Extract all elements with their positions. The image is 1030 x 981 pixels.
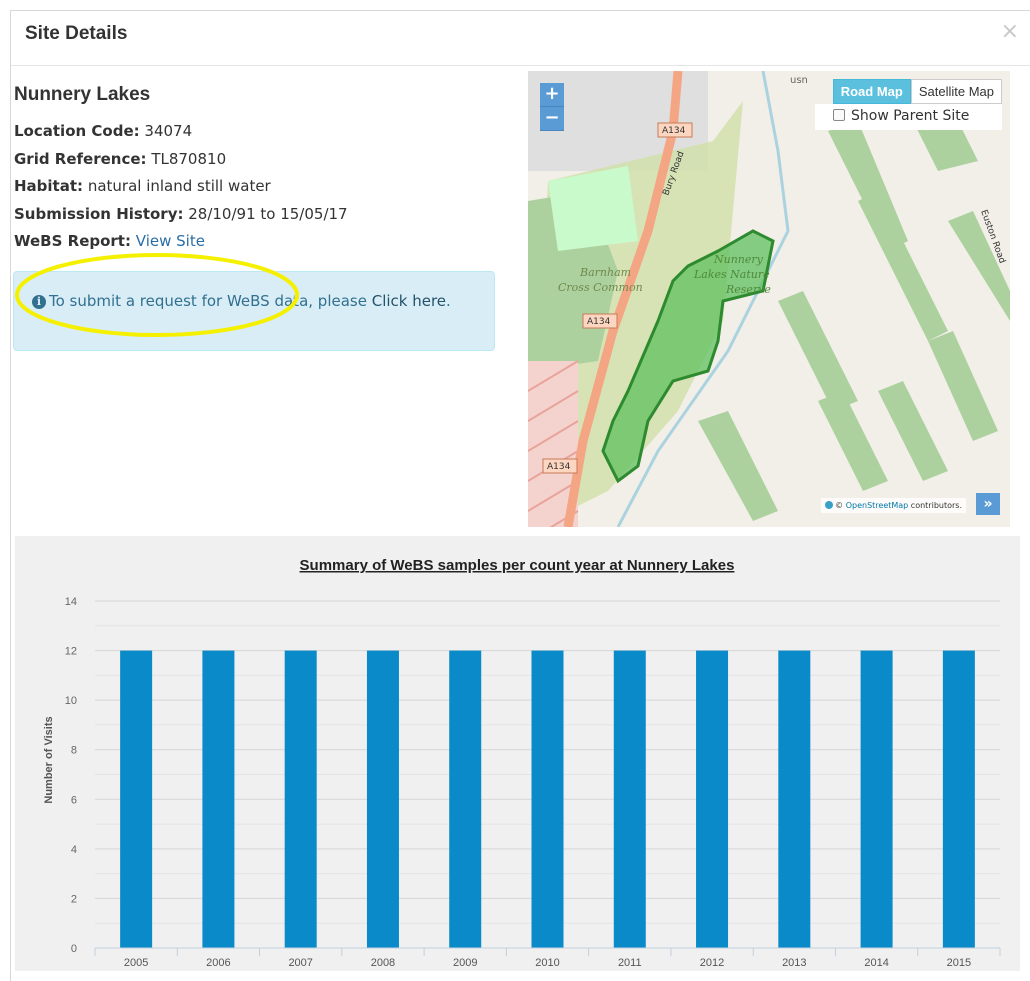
svg-text:A134: A134 <box>547 462 571 472</box>
detail-label: WeBS Report: <box>14 232 131 250</box>
map-type-toggle: Road Map Satellite Map <box>832 79 1002 104</box>
y-tick-label: 0 <box>71 943 77 955</box>
map-label-barnham: Barnham <box>579 266 631 279</box>
x-tick-label: 2006 <box>206 957 230 969</box>
x-tick-label: 2013 <box>782 957 806 969</box>
x-tick-label: 2009 <box>453 957 477 969</box>
bar-2013[interactable] <box>778 650 811 948</box>
bar-2005[interactable] <box>120 650 153 948</box>
bar-2011[interactable] <box>613 650 646 948</box>
bar-2007[interactable] <box>284 650 317 948</box>
x-tick-label: 2010 <box>535 957 559 969</box>
site-details-list: Location Code: 34074 Grid Reference: TL8… <box>14 118 348 256</box>
x-tick-label: 2007 <box>288 957 312 969</box>
bar-2015[interactable] <box>942 650 975 948</box>
openstreetmap-link[interactable]: OpenStreetMap <box>846 501 909 510</box>
detail-value: TL870810 <box>151 149 227 168</box>
expand-map-button[interactable]: » <box>976 493 1000 515</box>
data-request-alert: i To submit a request for WeBS data, plea… <box>13 271 495 351</box>
map-canvas: A134 A134 A134 Barnham Cross Common Nunn… <box>528 71 1010 527</box>
map-label-usn: usn <box>790 75 808 86</box>
road-map-button[interactable]: Road Map <box>832 79 911 104</box>
show-parent-site-label: Show Parent Site <box>851 108 970 124</box>
show-parent-site-checkbox[interactable] <box>833 109 845 121</box>
svg-text:A134: A134 <box>587 317 611 327</box>
detail-value: natural inland still water <box>87 177 271 195</box>
x-tick-label: 2005 <box>124 957 148 969</box>
habitat-row: Habitat: natural inland still water <box>14 173 348 201</box>
y-tick-label: 14 <box>65 596 77 608</box>
y-tick-label: 6 <box>71 794 77 806</box>
detail-label: Location Code: <box>14 122 140 140</box>
click-here-link[interactable]: Click here <box>372 292 446 310</box>
webs-report-row: WeBS Report: View Site <box>14 228 348 256</box>
modal-title: Site Details <box>25 23 128 44</box>
bar-2006[interactable] <box>202 650 235 948</box>
bar-2012[interactable] <box>696 650 729 948</box>
y-tick-label: 4 <box>71 844 77 856</box>
close-button[interactable]: × <box>1001 19 1019 44</box>
info-icon: i <box>32 295 46 309</box>
y-tick-label: 10 <box>65 695 77 707</box>
bar-2014[interactable] <box>860 650 893 948</box>
show-parent-site-toggle[interactable]: Show Parent Site <box>815 104 1002 130</box>
y-tick-label: 12 <box>65 646 77 658</box>
x-tick-label: 2008 <box>371 957 395 969</box>
grid-reference-row: Grid Reference: TL870810 <box>14 146 348 174</box>
map-label-nunnery: Nunnery <box>713 253 764 266</box>
zoom-in-button[interactable]: + <box>540 83 564 107</box>
modal-header: Site Details × <box>11 11 1030 66</box>
submission-history-row: Submission History: 28/10/91 to 15/05/17 <box>14 201 348 229</box>
visits-chart: Summary of WeBS samples per count year a… <box>15 536 1020 971</box>
bar-2009[interactable] <box>449 650 482 948</box>
location-code-row: Location Code: 34074 <box>14 118 348 146</box>
zoom-control: + − <box>540 83 564 131</box>
chart-y-axis-label: Number of Visits <box>43 716 55 803</box>
x-tick-label: 2012 <box>700 957 724 969</box>
site-name: Nunnery Lakes <box>14 84 151 105</box>
map-label-a134: A134 <box>662 126 686 136</box>
attribution-text: contributors. <box>908 501 962 510</box>
bar-2010[interactable] <box>531 650 564 948</box>
alert-text-end: . <box>446 292 451 310</box>
map-label-cross-common: Cross Common <box>558 281 643 294</box>
x-tick-label: 2015 <box>947 957 971 969</box>
y-tick-label: 2 <box>71 893 77 905</box>
detail-label: Grid Reference: <box>14 149 147 168</box>
zoom-out-button[interactable]: − <box>540 107 564 131</box>
x-tick-label: 2011 <box>618 957 642 969</box>
chart-title: Summary of WeBS samples per count year a… <box>300 557 735 574</box>
map-label-lakes-nature: Lakes Nature <box>693 268 770 281</box>
map-label-reserve: Reserve <box>725 283 771 296</box>
detail-label: Submission History: <box>14 204 184 223</box>
detail-label: Habitat: <box>14 177 84 195</box>
site-map[interactable]: A134 A134 A134 Barnham Cross Common Nunn… <box>528 71 1010 527</box>
bar-2008[interactable] <box>366 650 399 948</box>
detail-value: 28/10/91 to 15/05/17 <box>188 204 348 223</box>
map-attribution: © OpenStreetMap contributors. <box>821 498 966 513</box>
view-site-link[interactable]: View Site <box>136 232 205 250</box>
osm-globe-icon <box>825 501 834 509</box>
x-tick-label: 2014 <box>864 957 888 969</box>
y-tick-label: 8 <box>71 745 77 757</box>
satellite-map-button[interactable]: Satellite Map <box>910 79 1002 104</box>
park-area <box>548 166 638 251</box>
alert-text: To submit a request for WeBS data, pleas… <box>49 292 372 310</box>
detail-value: 34074 <box>144 122 193 140</box>
chart-canvas: Summary of WeBS samples per count year a… <box>43 557 1001 969</box>
